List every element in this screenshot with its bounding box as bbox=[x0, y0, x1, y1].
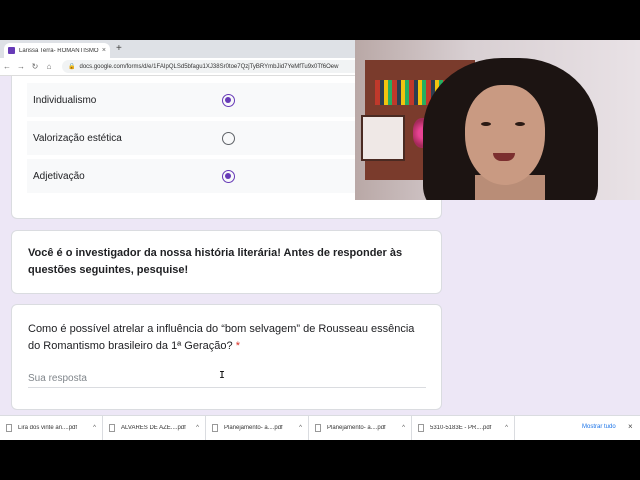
pdf-file-icon bbox=[6, 424, 12, 432]
pdf-file-icon bbox=[212, 424, 218, 432]
grid-row-label: Adjetivação bbox=[33, 170, 85, 182]
picture-frame bbox=[361, 115, 405, 161]
browser-tab[interactable]: Larissa Terra- ROMANTISMO × bbox=[4, 43, 110, 58]
download-name: Lira dos vinte an....pdf bbox=[18, 425, 78, 431]
download-item[interactable]: Planejamento- a....pdf ^ bbox=[309, 415, 412, 440]
close-downloads-icon[interactable]: × bbox=[628, 422, 633, 431]
chevron-up-icon[interactable]: ^ bbox=[505, 425, 508, 431]
section-description-card: Você é o investigador da nossa história … bbox=[11, 230, 442, 294]
text-question-card: Como é possível atrelar a influência do … bbox=[11, 304, 442, 410]
tab-close-icon[interactable]: × bbox=[102, 47, 106, 54]
pdf-file-icon bbox=[315, 424, 321, 432]
presenter-eye bbox=[515, 122, 525, 126]
question-text: Como é possível atrelar a influência do … bbox=[28, 323, 415, 352]
download-item[interactable]: Planejamento- a....pdf ^ bbox=[206, 415, 309, 440]
home-icon[interactable]: ⌂ bbox=[42, 62, 56, 71]
url-field[interactable]: 🔒 docs.google.com/forms/d/e/1FAIpQLSd5bf… bbox=[62, 60, 402, 73]
back-arrow-icon[interactable]: ← bbox=[0, 62, 14, 71]
section-description: Você é o investigador da nossa história … bbox=[28, 247, 403, 276]
answer-input[interactable]: Sua resposta bbox=[28, 373, 426, 388]
webcam-overlay bbox=[355, 40, 640, 200]
chevron-up-icon[interactable]: ^ bbox=[93, 425, 96, 431]
download-item[interactable]: ALVARES DE AZE....pdf ^ bbox=[103, 415, 206, 440]
lock-icon: 🔒 bbox=[68, 64, 76, 70]
download-item[interactable]: 5310-5183E - PR....pdf ^ bbox=[412, 415, 515, 440]
required-mark: * bbox=[235, 340, 240, 352]
download-name: 5310-5183E - PR....pdf bbox=[430, 425, 492, 431]
chevron-up-icon[interactable]: ^ bbox=[299, 425, 302, 431]
download-name: ALVARES DE AZE....pdf bbox=[121, 425, 186, 431]
download-name: Planejamento- a....pdf bbox=[224, 425, 283, 431]
presenter-face bbox=[465, 85, 545, 185]
chevron-up-icon[interactable]: ^ bbox=[196, 425, 199, 431]
forms-favicon-icon bbox=[8, 47, 15, 54]
url-text: docs.google.com/forms/d/e/1FAIpQLSd5bfag… bbox=[79, 63, 339, 70]
radio-button[interactable] bbox=[222, 131, 235, 145]
grid-row-label: Individualismo bbox=[33, 94, 97, 106]
new-tab-button[interactable]: + bbox=[116, 43, 122, 54]
presenter-eye bbox=[481, 122, 491, 126]
tab-title: Larissa Terra- ROMANTISMO bbox=[19, 47, 99, 54]
chevron-up-icon[interactable]: ^ bbox=[402, 425, 405, 431]
grid-row-label: Valorização estética bbox=[33, 132, 122, 144]
question-title: Como é possível atrelar a influência do … bbox=[28, 321, 425, 355]
download-name: Planejamento- a....pdf bbox=[327, 425, 386, 431]
forward-arrow-icon[interactable]: → bbox=[14, 62, 28, 71]
screen: Larissa Terra- ROMANTISMO × + ← → ↻ ⌂ 🔒 … bbox=[0, 40, 640, 440]
text-cursor-icon: I bbox=[219, 370, 226, 381]
reload-icon[interactable]: ↻ bbox=[28, 62, 42, 71]
download-item[interactable]: Lira dos vinte an....pdf ^ bbox=[0, 415, 103, 440]
downloads-bar: Lira dos vinte an....pdf ^ ALVARES DE AZE… bbox=[0, 415, 640, 440]
show-all-downloads-link[interactable]: Mostrar tudo bbox=[582, 424, 616, 430]
pdf-file-icon bbox=[418, 424, 424, 432]
pdf-file-icon bbox=[109, 424, 115, 432]
radio-button[interactable] bbox=[222, 93, 235, 107]
radio-button[interactable] bbox=[222, 169, 235, 183]
